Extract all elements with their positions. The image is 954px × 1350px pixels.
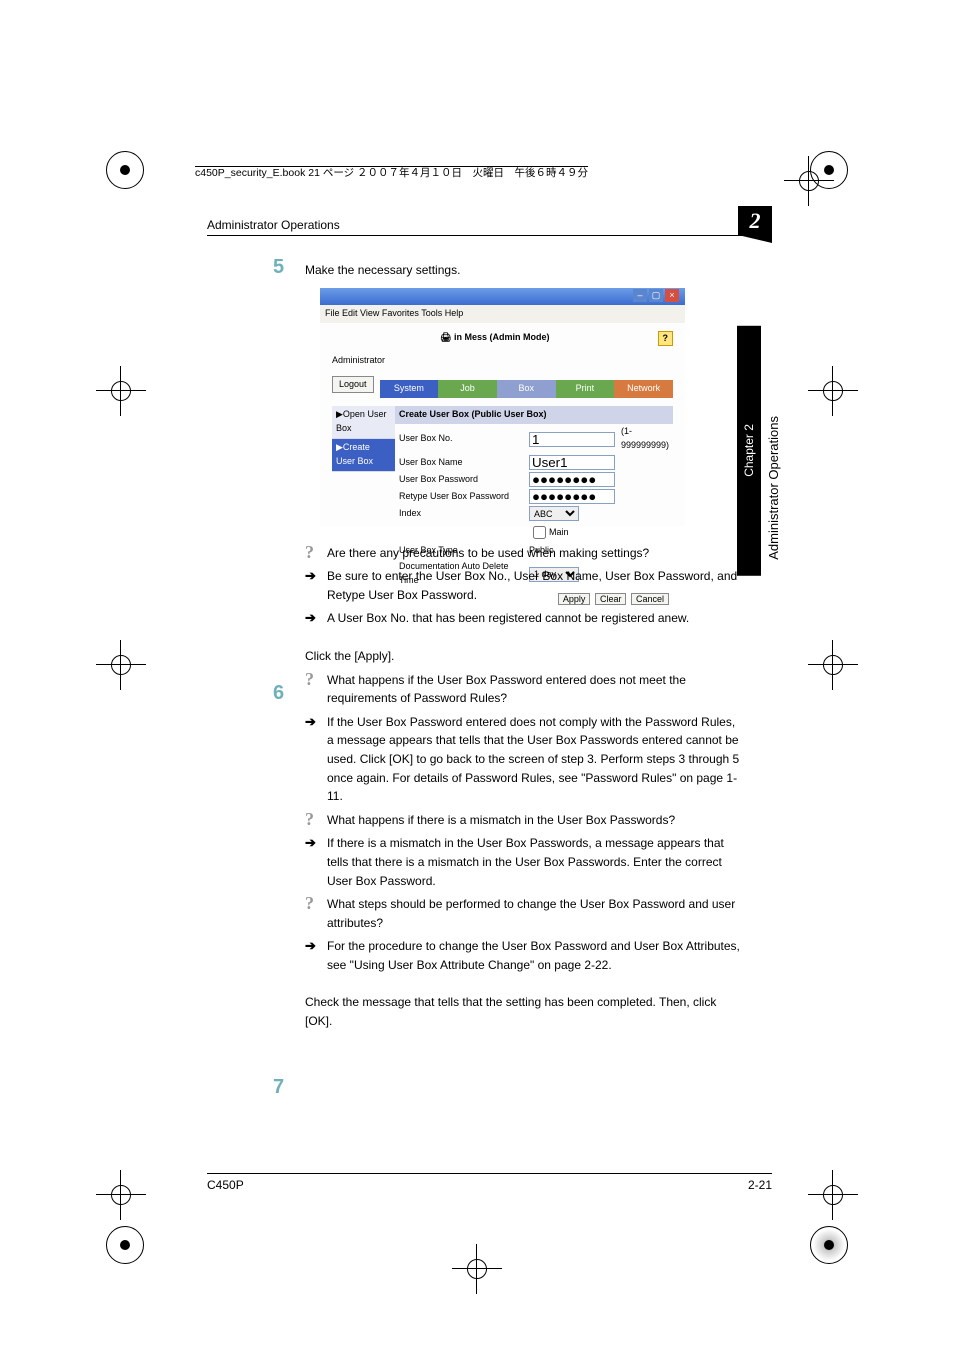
footer-model: C450P: [207, 1178, 244, 1192]
question-icon: ?: [305, 542, 314, 563]
section-title: Administrator Operations: [207, 218, 340, 232]
a3: If there is a mismatch in the User Box P…: [327, 836, 724, 887]
step-6-text: Click the [Apply].: [305, 647, 740, 666]
arrow-icon: ➔: [305, 835, 316, 851]
q4: What steps should be performed to change…: [327, 897, 735, 930]
tab-print[interactable]: Print: [556, 380, 615, 398]
arrow-icon: ➔: [305, 714, 316, 730]
a4: For the procedure to change the User Box…: [327, 939, 740, 972]
question-icon: ?: [305, 893, 314, 914]
nav-create-user-box[interactable]: ▶Create User Box: [332, 439, 395, 472]
user-box-no-input[interactable]: [529, 432, 615, 447]
tab-network[interactable]: Network: [614, 380, 673, 398]
chapter-num-corner: 2: [738, 206, 772, 235]
nav-open-user-box[interactable]: ▶Open User Box: [332, 406, 395, 439]
a2: If the User Box Password entered does no…: [327, 715, 739, 803]
arrow-icon: ➔: [305, 610, 316, 626]
q1: Are there any precautions to be used whe…: [327, 546, 649, 560]
screenshot: –▢× File Edit View Favorites Tools Help …: [320, 288, 685, 526]
q2: What happens if the User Box Password en…: [327, 673, 686, 706]
arrow-icon: ➔: [305, 938, 316, 954]
step-7-text: Check the message that tells that the se…: [305, 993, 740, 1030]
user-box-name-input[interactable]: [529, 455, 615, 470]
tab-job[interactable]: Job: [438, 380, 497, 398]
tab-box[interactable]: Box: [497, 380, 556, 398]
a1b: A User Box No. that has been registered …: [327, 611, 689, 625]
a1: Be sure to enter the User Box No., User …: [327, 569, 737, 602]
index-select[interactable]: ABC: [529, 506, 579, 521]
question-icon: ?: [305, 809, 314, 830]
step-6-num: 6: [273, 682, 284, 705]
tab-system[interactable]: System: [380, 380, 439, 398]
ruler: c450P_security_E.book 21 ページ ２００７年４月１０日 …: [195, 165, 588, 180]
footer-page: 2-21: [748, 1178, 772, 1192]
question-icon: ?: [305, 669, 314, 690]
q3: What happens if there is a mismatch in t…: [327, 813, 675, 827]
user-box-pw-input[interactable]: [529, 472, 615, 487]
user-box-rpw-input[interactable]: [529, 489, 615, 504]
step-7-num: 7: [273, 1076, 284, 1099]
main-checkbox[interactable]: [533, 526, 546, 539]
logout-button[interactable]: Logout: [332, 376, 374, 393]
arrow-icon: ➔: [305, 568, 316, 584]
step-5-num: 5: [273, 256, 284, 279]
step-5-text: Make the necessary settings.: [305, 261, 740, 280]
side-tab: Chapter 2 Administrator Operations: [737, 326, 786, 576]
